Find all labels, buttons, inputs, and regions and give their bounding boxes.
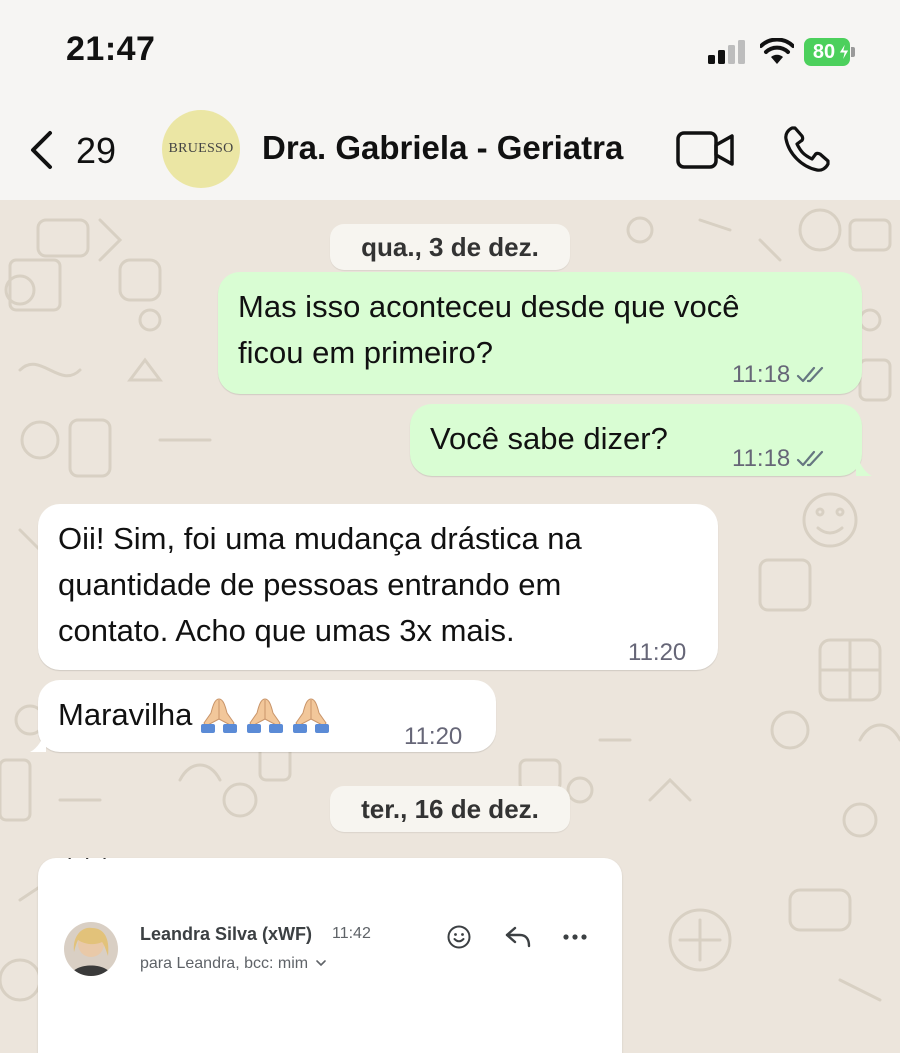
sender-avatar — [64, 922, 118, 976]
email-sender-name: Leandra Silva (xWF) — [140, 924, 313, 944]
message-text: Maravilha — [58, 697, 193, 732]
incoming-message[interactable]: Maravilha 11:20 — [38, 680, 496, 752]
more-options-icon — [563, 934, 587, 940]
status-bar: 21:47 80 — [0, 0, 900, 100]
folded-hands-emoji-icon — [293, 698, 330, 733]
outgoing-message[interactable]: Mas isso aconteceu desde que você ficou … — [218, 272, 862, 394]
chat-header: 29 BRUESSO Dra. Gabriela - Geriatra — [0, 100, 900, 200]
email-recipient-text: para Leandra, bcc: mim — [140, 955, 309, 972]
chevron-down-icon — [315, 960, 326, 967]
folded-hands-emoji-icon — [247, 698, 284, 733]
reply-icon — [505, 926, 531, 948]
back-chevron-icon[interactable] — [28, 130, 54, 170]
message-meta: 11:18 — [732, 436, 828, 482]
message-time: 11:20 — [628, 639, 687, 666]
message-text: contato. Acho que umas 3x mais. — [58, 613, 515, 648]
cellular-signal-icon — [708, 40, 745, 64]
charging-bolt-icon — [838, 42, 850, 62]
message-meta: 11:18 — [732, 352, 828, 398]
email-screenshot-image[interactable]: · · · Leandra Silva (xWF) 11:42 para Lea… — [38, 858, 622, 1053]
incoming-message[interactable]: Oii! Sim, foi uma mudança drástica na qu… — [38, 504, 718, 670]
read-ticks-icon — [797, 450, 824, 467]
read-ticks-icon — [797, 366, 824, 383]
emoji-reaction-icon — [447, 925, 471, 949]
email-recipient: para Leandra, bcc: mim — [140, 955, 327, 973]
bubble-tail — [30, 730, 46, 752]
battery-cap — [851, 47, 855, 57]
message-text-row: Maravilha — [58, 692, 332, 738]
bubble-tail — [856, 454, 872, 476]
email-time: 11:42 — [332, 925, 371, 942]
unread-count[interactable]: 29 — [76, 130, 116, 172]
message-time: 11:20 — [404, 723, 463, 750]
date-separator-label: qua., 3 de dez. — [361, 231, 539, 262]
message-time: 11:18 — [732, 445, 791, 472]
date-separator-label: ter., 16 de dez. — [361, 793, 539, 824]
message-meta: 11:20 — [404, 714, 462, 760]
emoji-group — [198, 695, 332, 735]
message-text: Você sabe dizer? — [430, 421, 668, 456]
avatar-logo-text: BRUESSO — [168, 141, 234, 156]
date-separator: ter., 16 de dez. — [330, 786, 570, 832]
contact-avatar[interactable]: BRUESSO — [162, 110, 240, 188]
message-text: Mas isso aconteceu desde que você — [238, 289, 740, 324]
video-call-icon[interactable] — [676, 128, 736, 172]
cropped-text-fragment: · · · — [66, 858, 110, 870]
message-time: 11:18 — [732, 361, 791, 388]
outgoing-message[interactable]: Você sabe dizer? 11:18 — [410, 404, 862, 476]
battery-indicator: 80 — [804, 38, 855, 66]
message-meta: 11:20 — [628, 630, 686, 676]
contact-name[interactable]: Dra. Gabriela - Geriatra — [262, 129, 623, 167]
wifi-icon — [760, 38, 794, 64]
folded-hands-emoji-icon — [201, 698, 238, 733]
message-text: Oii! Sim, foi uma mudança drástica na — [58, 521, 582, 556]
message-text: ficou em primeiro? — [238, 335, 493, 370]
date-separator: qua., 3 de dez. — [330, 224, 570, 270]
phone-call-icon[interactable] — [782, 124, 832, 174]
message-text: quantidade de pessoas entrando em — [58, 567, 562, 602]
status-time: 21:47 — [66, 30, 156, 68]
